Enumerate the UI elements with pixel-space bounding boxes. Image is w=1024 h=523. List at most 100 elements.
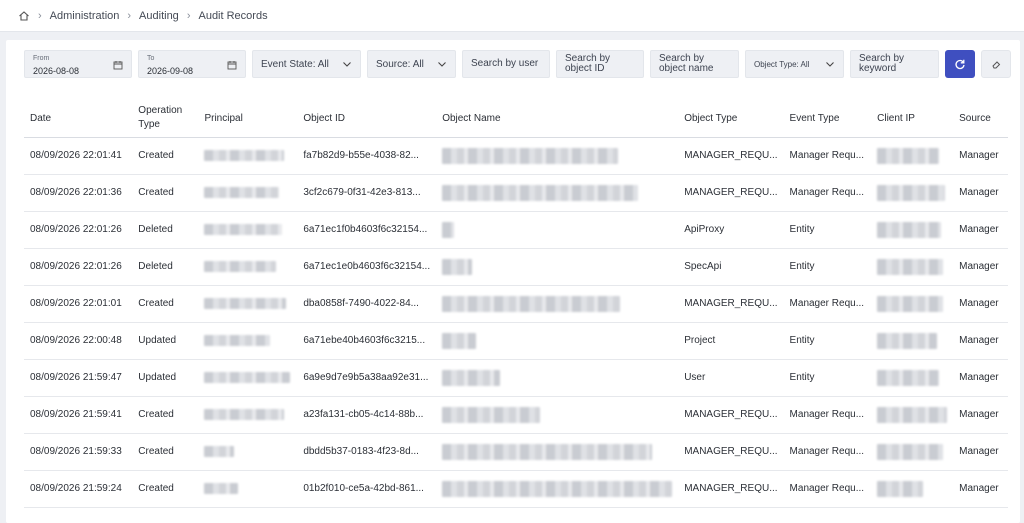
cell-principal	[198, 285, 298, 323]
table-row[interactable]: 08/09/2026 21:59:41 Created a23fa131-cb05-…	[24, 396, 1008, 434]
to-date-field[interactable]: To 2026-09-08	[138, 50, 246, 78]
redacted-value	[442, 480, 673, 497]
table-row[interactable]: 08/09/2026 22:01:26 Deleted 6a71ec1f0b4603…	[24, 211, 1008, 249]
cell-object-id: fa7b82d9-b55e-4038-82...	[297, 137, 437, 175]
redacted-value	[204, 371, 291, 383]
from-label: From	[33, 55, 50, 62]
breadcrumb-audit-records: Audit Records	[198, 9, 268, 22]
cell-source: Manager	[953, 322, 1008, 360]
cell-object-id: a23fa131-cb05-4c14-88b...	[297, 396, 437, 434]
refresh-button[interactable]	[945, 50, 975, 78]
redacted-value	[877, 147, 940, 164]
cell-event-type: Entity	[783, 359, 872, 397]
to-value: 2026-09-08	[147, 66, 194, 76]
cell-date: 08/09/2026 22:01:36	[24, 174, 133, 212]
column-header-principal[interactable]: Principal	[198, 100, 298, 138]
cell-client-ip	[871, 137, 954, 175]
search-object-id-input[interactable]: Search by object ID	[556, 50, 644, 78]
cell-operation-type: Updated	[132, 359, 199, 397]
redacted-value	[204, 482, 239, 494]
cell-operation-type: Created	[132, 396, 199, 434]
cell-date: 08/09/2026 21:59:41	[24, 396, 133, 434]
cell-client-ip	[871, 359, 954, 397]
cell-object-name	[436, 396, 679, 434]
chevron-right-icon: ›	[38, 9, 42, 22]
cell-event-type: Entity	[783, 248, 872, 286]
redacted-value	[442, 295, 621, 312]
cell-operation-type: Deleted	[132, 211, 199, 249]
calendar-icon[interactable]	[113, 60, 123, 70]
object-type-select[interactable]: Object Type: All	[745, 50, 844, 78]
table-row[interactable]: 08/09/2026 22:00:48 Updated 6a71ebe40b4603…	[24, 322, 1008, 360]
cell-operation-type: Updated	[132, 322, 199, 360]
column-header-operation-type[interactable]: Operation Type	[132, 100, 199, 138]
table-row[interactable]: 08/09/2026 22:01:26 Deleted 6a71ec1e0b4603…	[24, 248, 1008, 286]
home-icon[interactable]	[18, 10, 30, 22]
chevron-right-icon: ›	[186, 9, 191, 22]
redacted-value	[877, 406, 948, 423]
cell-operation-type: Created	[132, 433, 199, 471]
event-state-select[interactable]: Event State: All	[252, 50, 361, 78]
redacted-value	[877, 295, 944, 312]
cell-date: 08/09/2026 22:01:01	[24, 285, 133, 323]
redacted-value	[204, 445, 235, 457]
breadcrumb-auditing[interactable]: Auditing	[139, 10, 179, 22]
table-row[interactable]: 08/09/2026 21:59:33 Created dbdd5b37-0183-…	[24, 433, 1008, 471]
calendar-icon[interactable]	[227, 60, 237, 70]
cell-operation-type: Created	[132, 137, 199, 175]
redacted-value	[877, 480, 924, 497]
redacted-value	[442, 221, 455, 238]
source-select[interactable]: Source: All	[367, 50, 456, 78]
cell-source: Manager	[953, 359, 1008, 397]
redacted-value	[442, 147, 619, 164]
cell-client-ip	[871, 396, 954, 434]
redacted-value	[204, 223, 283, 235]
cell-object-type: Project	[678, 322, 784, 360]
cell-date: 08/09/2026 22:01:26	[24, 248, 133, 286]
cell-object-id: 6a9e9d7e9b5a38aa92e31...	[297, 359, 437, 397]
column-header-object-type[interactable]: Object Type	[678, 100, 784, 138]
column-header-source[interactable]: Source	[953, 100, 1008, 138]
chevron-down-icon	[343, 62, 351, 67]
redacted-value	[204, 297, 287, 309]
column-header-object-name[interactable]: Object Name	[436, 100, 679, 138]
table-row[interactable]: 08/09/2026 21:59:47 Updated 6a9e9d7e9b5a38…	[24, 359, 1008, 397]
from-date-field[interactable]: From 2026-08-08	[24, 50, 132, 78]
column-header-date[interactable]: Date	[24, 100, 133, 138]
cell-object-type: MANAGER_REQU...	[678, 174, 784, 212]
cell-client-ip	[871, 322, 954, 360]
audit-records-panel: From 2026-08-08 To 2026-09-08 Event Stat…	[6, 40, 1020, 523]
cell-event-type: Manager Requ...	[783, 174, 872, 212]
column-header-event-type[interactable]: Event Type	[783, 100, 872, 138]
table-row[interactable]: 08/09/2026 22:01:36 Created 3cf2c679-0f31-…	[24, 174, 1008, 212]
table-row[interactable]: 08/09/2026 22:01:41 Created fa7b82d9-b55e-…	[24, 137, 1008, 175]
redacted-value	[204, 260, 277, 272]
cell-object-id: 01b2f010-ce5a-42bd-861...	[297, 470, 437, 508]
table-row[interactable]: 08/09/2026 21:59:24 Created 01b2f010-ce5a-…	[24, 470, 1008, 508]
cell-client-ip	[871, 174, 954, 212]
cell-object-type: User	[678, 359, 784, 397]
chevron-down-icon	[826, 62, 834, 67]
cell-operation-type: Created	[132, 470, 199, 508]
column-header-client-ip[interactable]: Client IP	[871, 100, 954, 138]
search-keyword-input[interactable]: Search by keyword	[850, 50, 939, 78]
redacted-value	[442, 406, 541, 423]
source-value: Source: All	[376, 58, 424, 70]
table-row[interactable]: 08/09/2026 22:01:01 Created dba0858f-7490-…	[24, 285, 1008, 323]
clear-filters-button[interactable]	[981, 50, 1011, 78]
cell-operation-type: Created	[132, 285, 199, 323]
search-user-input[interactable]: Search by user	[462, 50, 550, 78]
cell-event-type: Entity	[783, 322, 872, 360]
redacted-value	[877, 184, 946, 201]
cell-source: Manager	[953, 396, 1008, 434]
column-header-object-id[interactable]: Object ID	[297, 100, 437, 138]
eraser-icon	[991, 60, 1000, 68]
search-object-name-input[interactable]: Search by object name	[650, 50, 739, 78]
cell-object-type: MANAGER_REQU...	[678, 285, 784, 323]
cell-principal	[198, 248, 298, 286]
cell-client-ip	[871, 285, 954, 323]
breadcrumb-administration[interactable]: Administration	[50, 10, 120, 22]
cell-source: Manager	[953, 248, 1008, 286]
cell-event-type: Manager Requ...	[783, 470, 872, 508]
cell-date: 08/09/2026 22:00:48	[24, 322, 133, 360]
